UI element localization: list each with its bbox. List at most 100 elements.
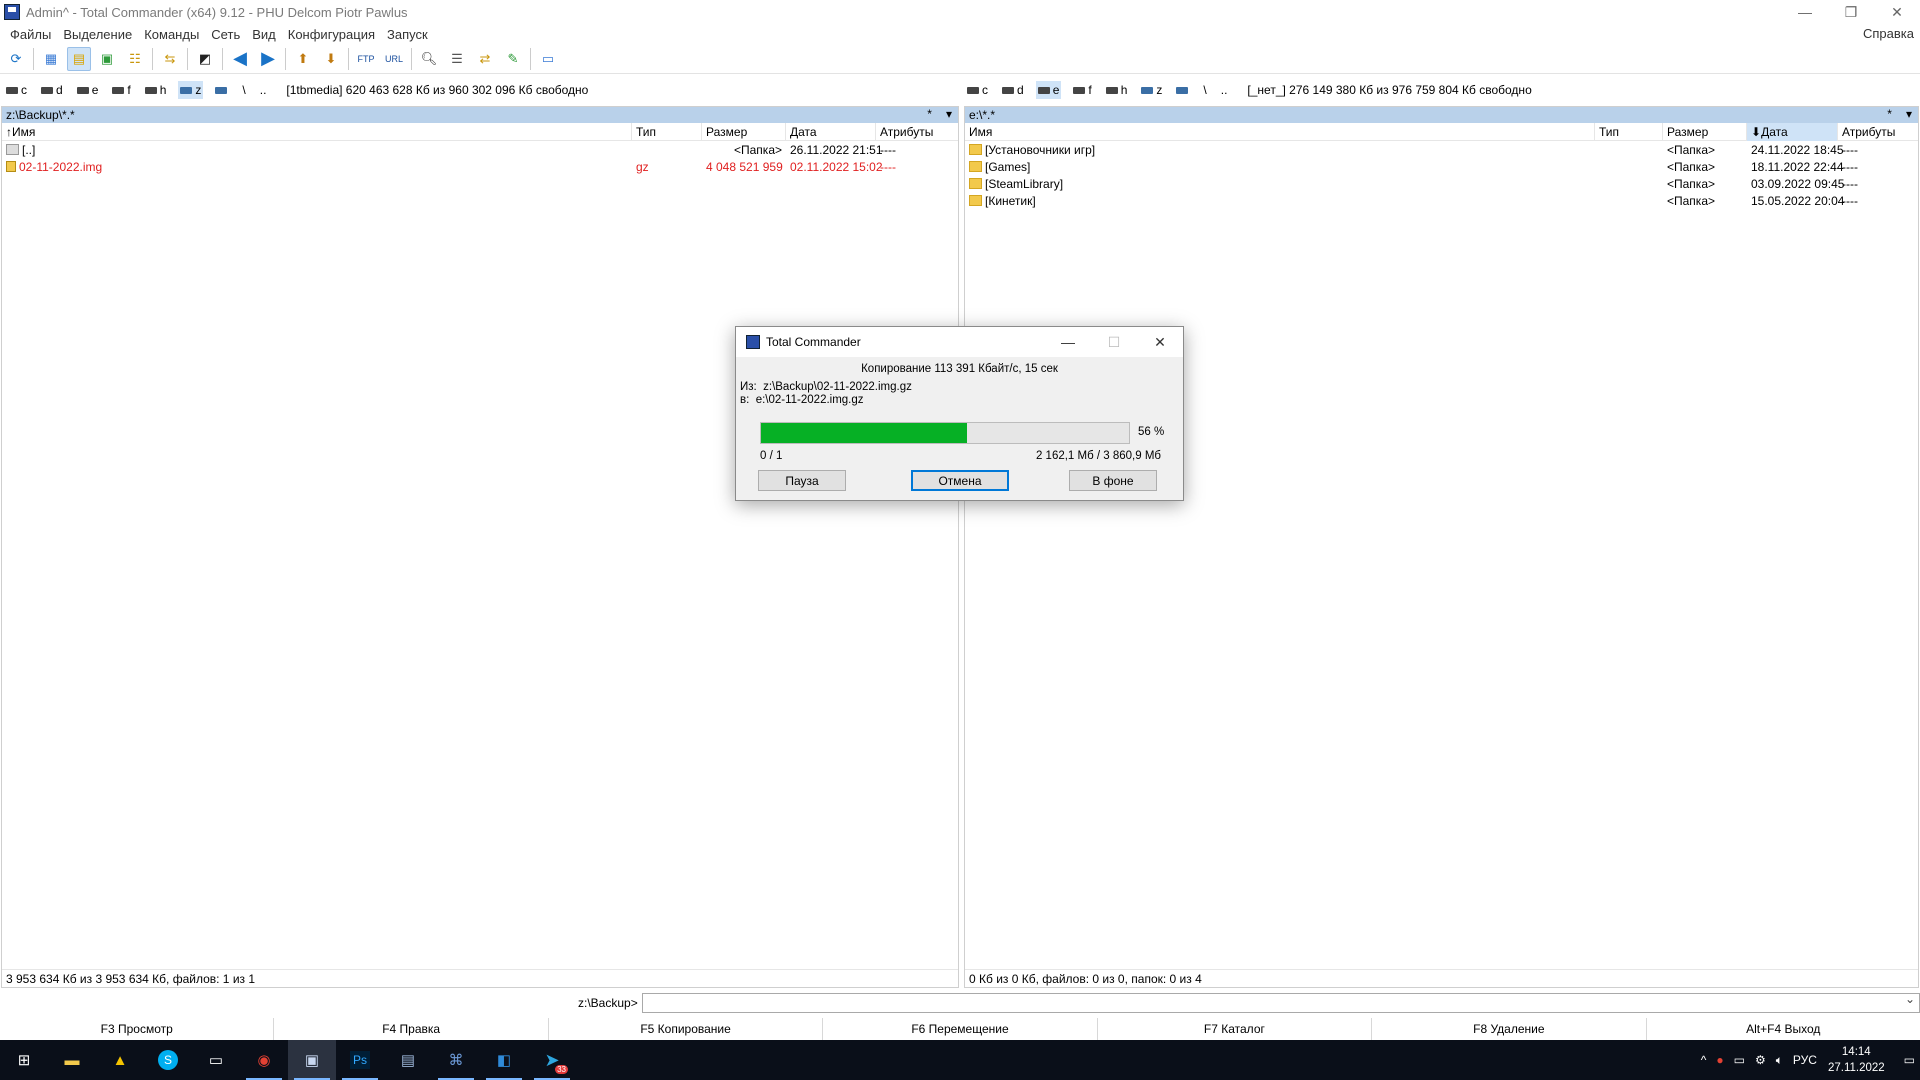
ftp-icon[interactable]: FTP <box>354 47 378 71</box>
left-panel[interactable]: z:\Backup\*.* * ▾ ↑ Имя Тип Размер Дата А… <box>1 106 959 988</box>
col-name[interactable]: Имя <box>965 122 1595 141</box>
compare-dirs-icon[interactable]: ⇆ <box>158 47 182 71</box>
history-star-button[interactable]: * <box>1887 107 1892 121</box>
drive-e[interactable]: e <box>1035 81 1062 99</box>
col-size[interactable]: Размер <box>702 122 786 141</box>
notifications-icon[interactable]: ▭ <box>1904 1053 1915 1067</box>
restore-button[interactable]: ❐ <box>1828 0 1874 24</box>
menu-commands[interactable]: Команды <box>138 27 205 42</box>
drive-d[interactable]: d <box>39 81 65 99</box>
drive-e[interactable]: e <box>75 81 101 99</box>
drive-f[interactable]: f <box>1071 81 1093 99</box>
f3-view-button[interactable]: F3 Просмотр <box>0 1018 275 1040</box>
menu-selection[interactable]: Выделение <box>57 27 138 42</box>
left-path-bar[interactable]: z:\Backup\*.* * ▾ <box>2 107 958 123</box>
col-date[interactable]: Дата <box>786 122 876 141</box>
drive-h[interactable]: h <box>1104 81 1130 99</box>
drive-z[interactable]: z <box>1139 81 1164 99</box>
network-tool-icon[interactable]: ▤ <box>384 1040 432 1080</box>
language-indicator[interactable]: РУС <box>1793 1053 1817 1067</box>
history-dropdown-button[interactable]: ▾ <box>1906 107 1912 121</box>
clock[interactable]: 14:14 27.11.2022 <box>1828 1044 1885 1076</box>
menu-help[interactable]: Справка <box>1863 26 1914 41</box>
menu-network[interactable]: Сеть <box>205 27 246 42</box>
close-button[interactable]: ✕ <box>1137 327 1183 357</box>
command-input[interactable] <box>641 992 1920 1013</box>
drive-h[interactable]: h <box>143 81 169 99</box>
drive-network[interactable] <box>213 81 232 99</box>
remote-desktop-icon[interactable]: ⌘ <box>432 1040 480 1080</box>
root-button[interactable]: \ <box>242 83 245 97</box>
refresh-icon[interactable]: ⟳ <box>4 47 28 71</box>
drive-z[interactable]: z <box>178 81 204 99</box>
forward-icon[interactable]: ▶ <box>256 47 280 71</box>
file-explorer-icon[interactable]: ▬ <box>48 1040 96 1080</box>
tree-panel-icon[interactable]: ☷ <box>123 47 147 71</box>
search-icon[interactable]: 🔍︎ <box>417 47 441 71</box>
multi-rename-icon[interactable]: ☰ <box>445 47 469 71</box>
total-commander-icon[interactable]: ▣ <box>288 1040 336 1080</box>
sync-dirs-icon[interactable]: ⇄ <box>473 47 497 71</box>
minimize-button[interactable]: — <box>1782 0 1828 24</box>
drive-f[interactable]: f <box>110 81 132 99</box>
file-row[interactable]: [..] <Папка> 26.11.2022 21:51 ---- <box>2 141 958 158</box>
altf4-exit-button[interactable]: Alt+F4 Выход <box>1647 1018 1920 1040</box>
chrome-icon[interactable]: ◉ <box>240 1040 288 1080</box>
f8-delete-button[interactable]: F8 Удаление <box>1372 1018 1647 1040</box>
drive-network[interactable] <box>1174 81 1193 99</box>
folder-row[interactable]: [Games] <Папка> 18.11.2022 22:44 ---- <box>965 158 1918 175</box>
col-size[interactable]: Размер <box>1663 122 1747 141</box>
telegram-icon[interactable]: ➤ 33 <box>528 1040 576 1080</box>
up-button[interactable]: .. <box>260 83 267 97</box>
background-button[interactable]: В фоне <box>1069 470 1157 491</box>
history-star-button[interactable]: * <box>927 107 932 121</box>
tree-view-icon[interactable]: ▤ <box>67 46 91 71</box>
volume-icon[interactable]: 🔈︎ <box>1776 1053 1783 1068</box>
col-name[interactable]: ↑ Имя <box>2 122 632 141</box>
col-attr[interactable]: Атрибуты <box>1838 123 1918 141</box>
menu-configuration[interactable]: Конфигурация <box>282 27 381 42</box>
up-button[interactable]: .. <box>1221 83 1228 97</box>
f4-edit-button[interactable]: F4 Правка <box>274 1018 549 1040</box>
unpack-icon[interactable]: ⬇ <box>319 47 343 71</box>
pack-icon[interactable]: ⬆ <box>291 47 315 71</box>
minimize-button[interactable]: — <box>1045 327 1091 357</box>
file-row[interactable]: 02-11-2022.img gz 4 048 521 959 02.11.20… <box>2 158 958 175</box>
col-date[interactable]: ⬇ Дата <box>1747 122 1838 141</box>
cancel-button[interactable]: Отмена <box>911 470 1009 491</box>
norton-icon[interactable]: ▲ <box>96 1040 144 1080</box>
f6-move-button[interactable]: F6 Перемещение <box>823 1018 1098 1040</box>
col-type[interactable]: Тип <box>1595 122 1663 141</box>
invert-icon[interactable]: ◩ <box>193 47 217 71</box>
notepad-icon[interactable]: ✎ <box>501 47 525 71</box>
menu-view[interactable]: Вид <box>246 27 282 42</box>
thumbnails-icon[interactable]: ▣ <box>95 47 119 71</box>
url-icon[interactable]: URL <box>382 47 406 71</box>
close-button[interactable]: ✕ <box>1874 0 1920 24</box>
folder-row[interactable]: [Кинетик] <Папка> 15.05.2022 20:04 ---- <box>965 192 1918 209</box>
visual-studio-code-icon[interactable]: ◧ <box>480 1040 528 1080</box>
back-icon[interactable]: ◀ <box>228 47 252 71</box>
drive-c[interactable]: c <box>965 81 990 99</box>
network-tray-icon[interactable]: ▭ <box>1734 1053 1745 1067</box>
brief-view-icon[interactable]: ▦ <box>39 47 63 71</box>
chrome-tray-icon[interactable]: ● <box>1716 1053 1723 1067</box>
folder-row[interactable]: [Установочники игр] <Папка> 24.11.2022 1… <box>965 141 1918 158</box>
col-type[interactable]: Тип <box>632 122 702 141</box>
right-path-bar[interactable]: e:\*.* * ▾ <box>965 107 1918 123</box>
windows-start-icon[interactable]: ⊞ <box>0 1040 48 1080</box>
right-panel[interactable]: e:\*.* * ▾ Имя Тип Размер ⬇ Дата Атрибуты… <box>964 106 1919 988</box>
f5-copy-button[interactable]: F5 Копирование <box>549 1018 824 1040</box>
f7-mkdir-button[interactable]: F7 Каталог <box>1098 1018 1373 1040</box>
pause-button[interactable]: Пауза <box>758 470 846 491</box>
photoshop-icon[interactable]: Ps <box>336 1040 384 1080</box>
terminal-icon[interactable]: ▭ <box>192 1040 240 1080</box>
history-dropdown-button[interactable]: ▾ <box>946 107 952 121</box>
drive-c[interactable]: c <box>4 81 29 99</box>
folder-row[interactable]: [SteamLibrary] <Папка> 03.09.2022 09:45 … <box>965 175 1918 192</box>
skype-icon[interactable]: S <box>144 1040 192 1080</box>
menu-files[interactable]: Файлы <box>4 27 57 42</box>
steam-tray-icon[interactable]: ⚙ <box>1755 1053 1766 1067</box>
chevron-up-icon[interactable]: ^ <box>1701 1053 1707 1067</box>
root-button[interactable]: \ <box>1203 83 1206 97</box>
